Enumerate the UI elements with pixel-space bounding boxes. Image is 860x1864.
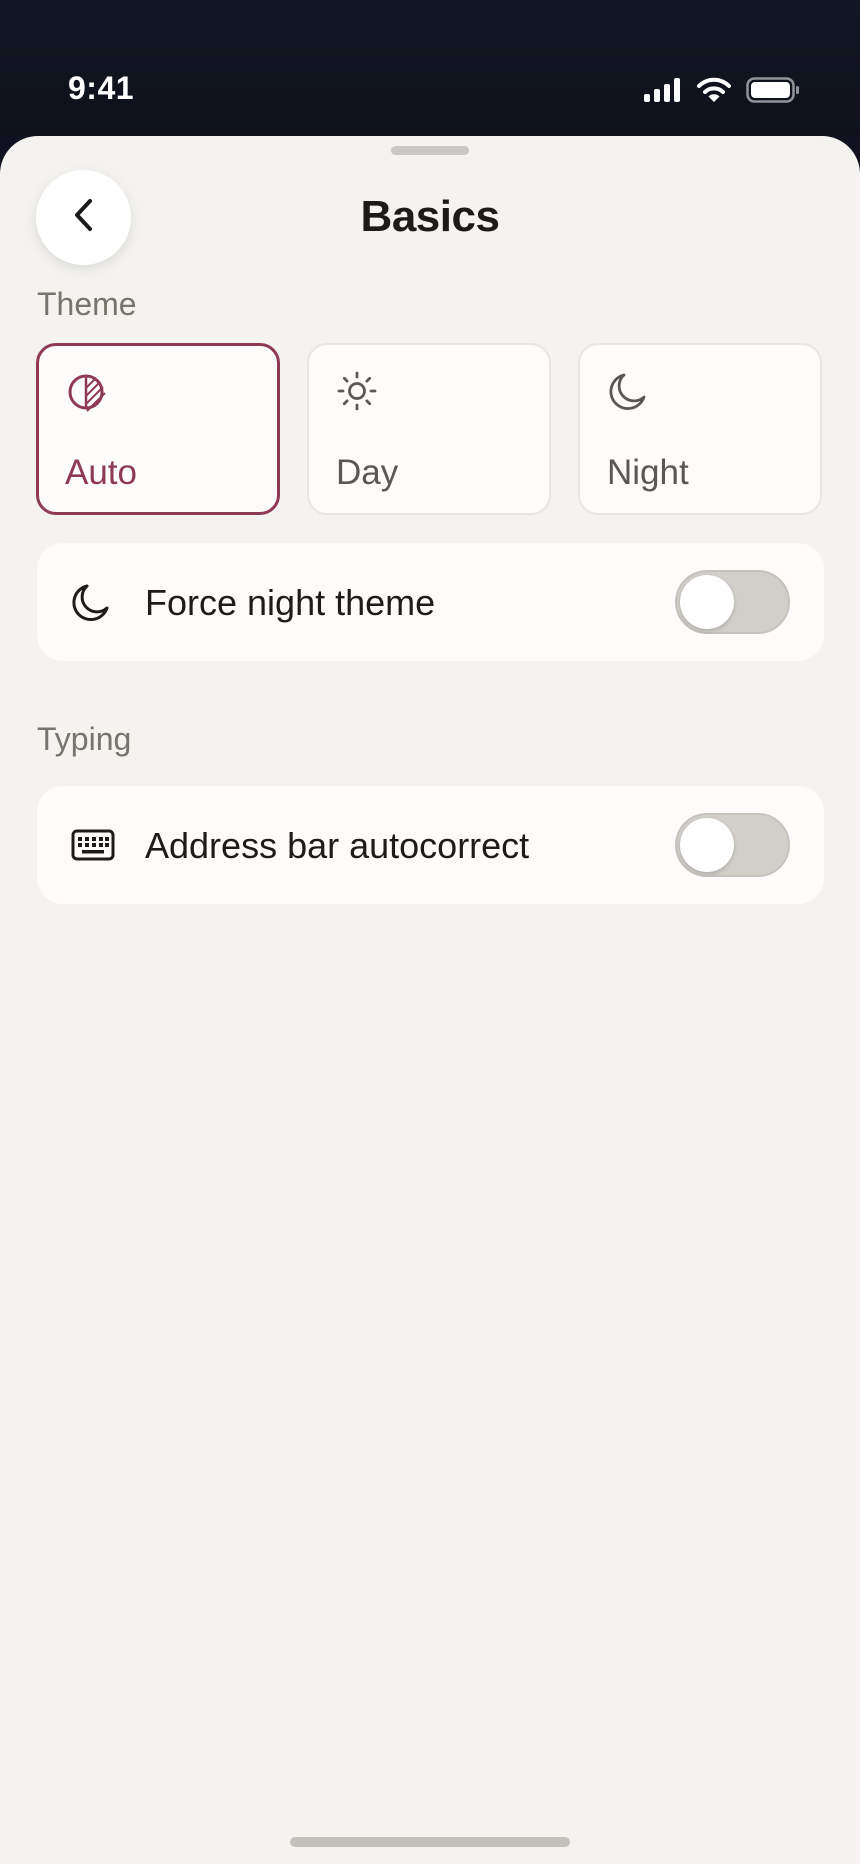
theme-option-label: Auto — [65, 453, 137, 492]
theme-option-auto[interactable]: Auto — [36, 343, 280, 515]
settings-sheet: Basics Theme Auto Day Night Force night … — [0, 136, 860, 1864]
force-night-theme-row[interactable]: Force night theme — [37, 543, 824, 661]
force-night-theme-label: Force night theme — [145, 582, 436, 623]
status-time: 9:41 — [68, 70, 135, 106]
home-indicator — [290, 1837, 570, 1847]
wifi-icon — [696, 76, 732, 109]
theme-option-night[interactable]: Night — [578, 343, 822, 515]
address-bar-autocorrect-toggle[interactable] — [675, 813, 790, 877]
moon-icon — [608, 371, 650, 418]
typing-section-label: Typing — [37, 721, 132, 757]
auto-theme-icon — [67, 372, 109, 419]
sun-icon — [337, 371, 379, 418]
moon-icon — [71, 582, 113, 629]
status-bar: 9:41 — [0, 0, 860, 136]
toggle-knob — [680, 575, 734, 629]
theme-section-label: Theme — [37, 286, 137, 322]
theme-option-day[interactable]: Day — [307, 343, 551, 515]
sheet-grabber[interactable] — [391, 146, 469, 155]
address-bar-autocorrect-label: Address bar autocorrect — [145, 825, 530, 866]
toggle-knob — [680, 818, 734, 872]
theme-option-label: Day — [336, 453, 399, 492]
page-title: Basics — [360, 192, 500, 241]
cellular-signal-icon — [642, 77, 682, 108]
status-icons — [642, 76, 800, 109]
keyboard-icon — [71, 828, 115, 867]
address-bar-autocorrect-row[interactable]: Address bar autocorrect — [37, 786, 824, 904]
battery-icon — [746, 76, 800, 109]
force-night-theme-toggle[interactable] — [675, 570, 790, 634]
theme-option-label: Night — [607, 453, 689, 492]
